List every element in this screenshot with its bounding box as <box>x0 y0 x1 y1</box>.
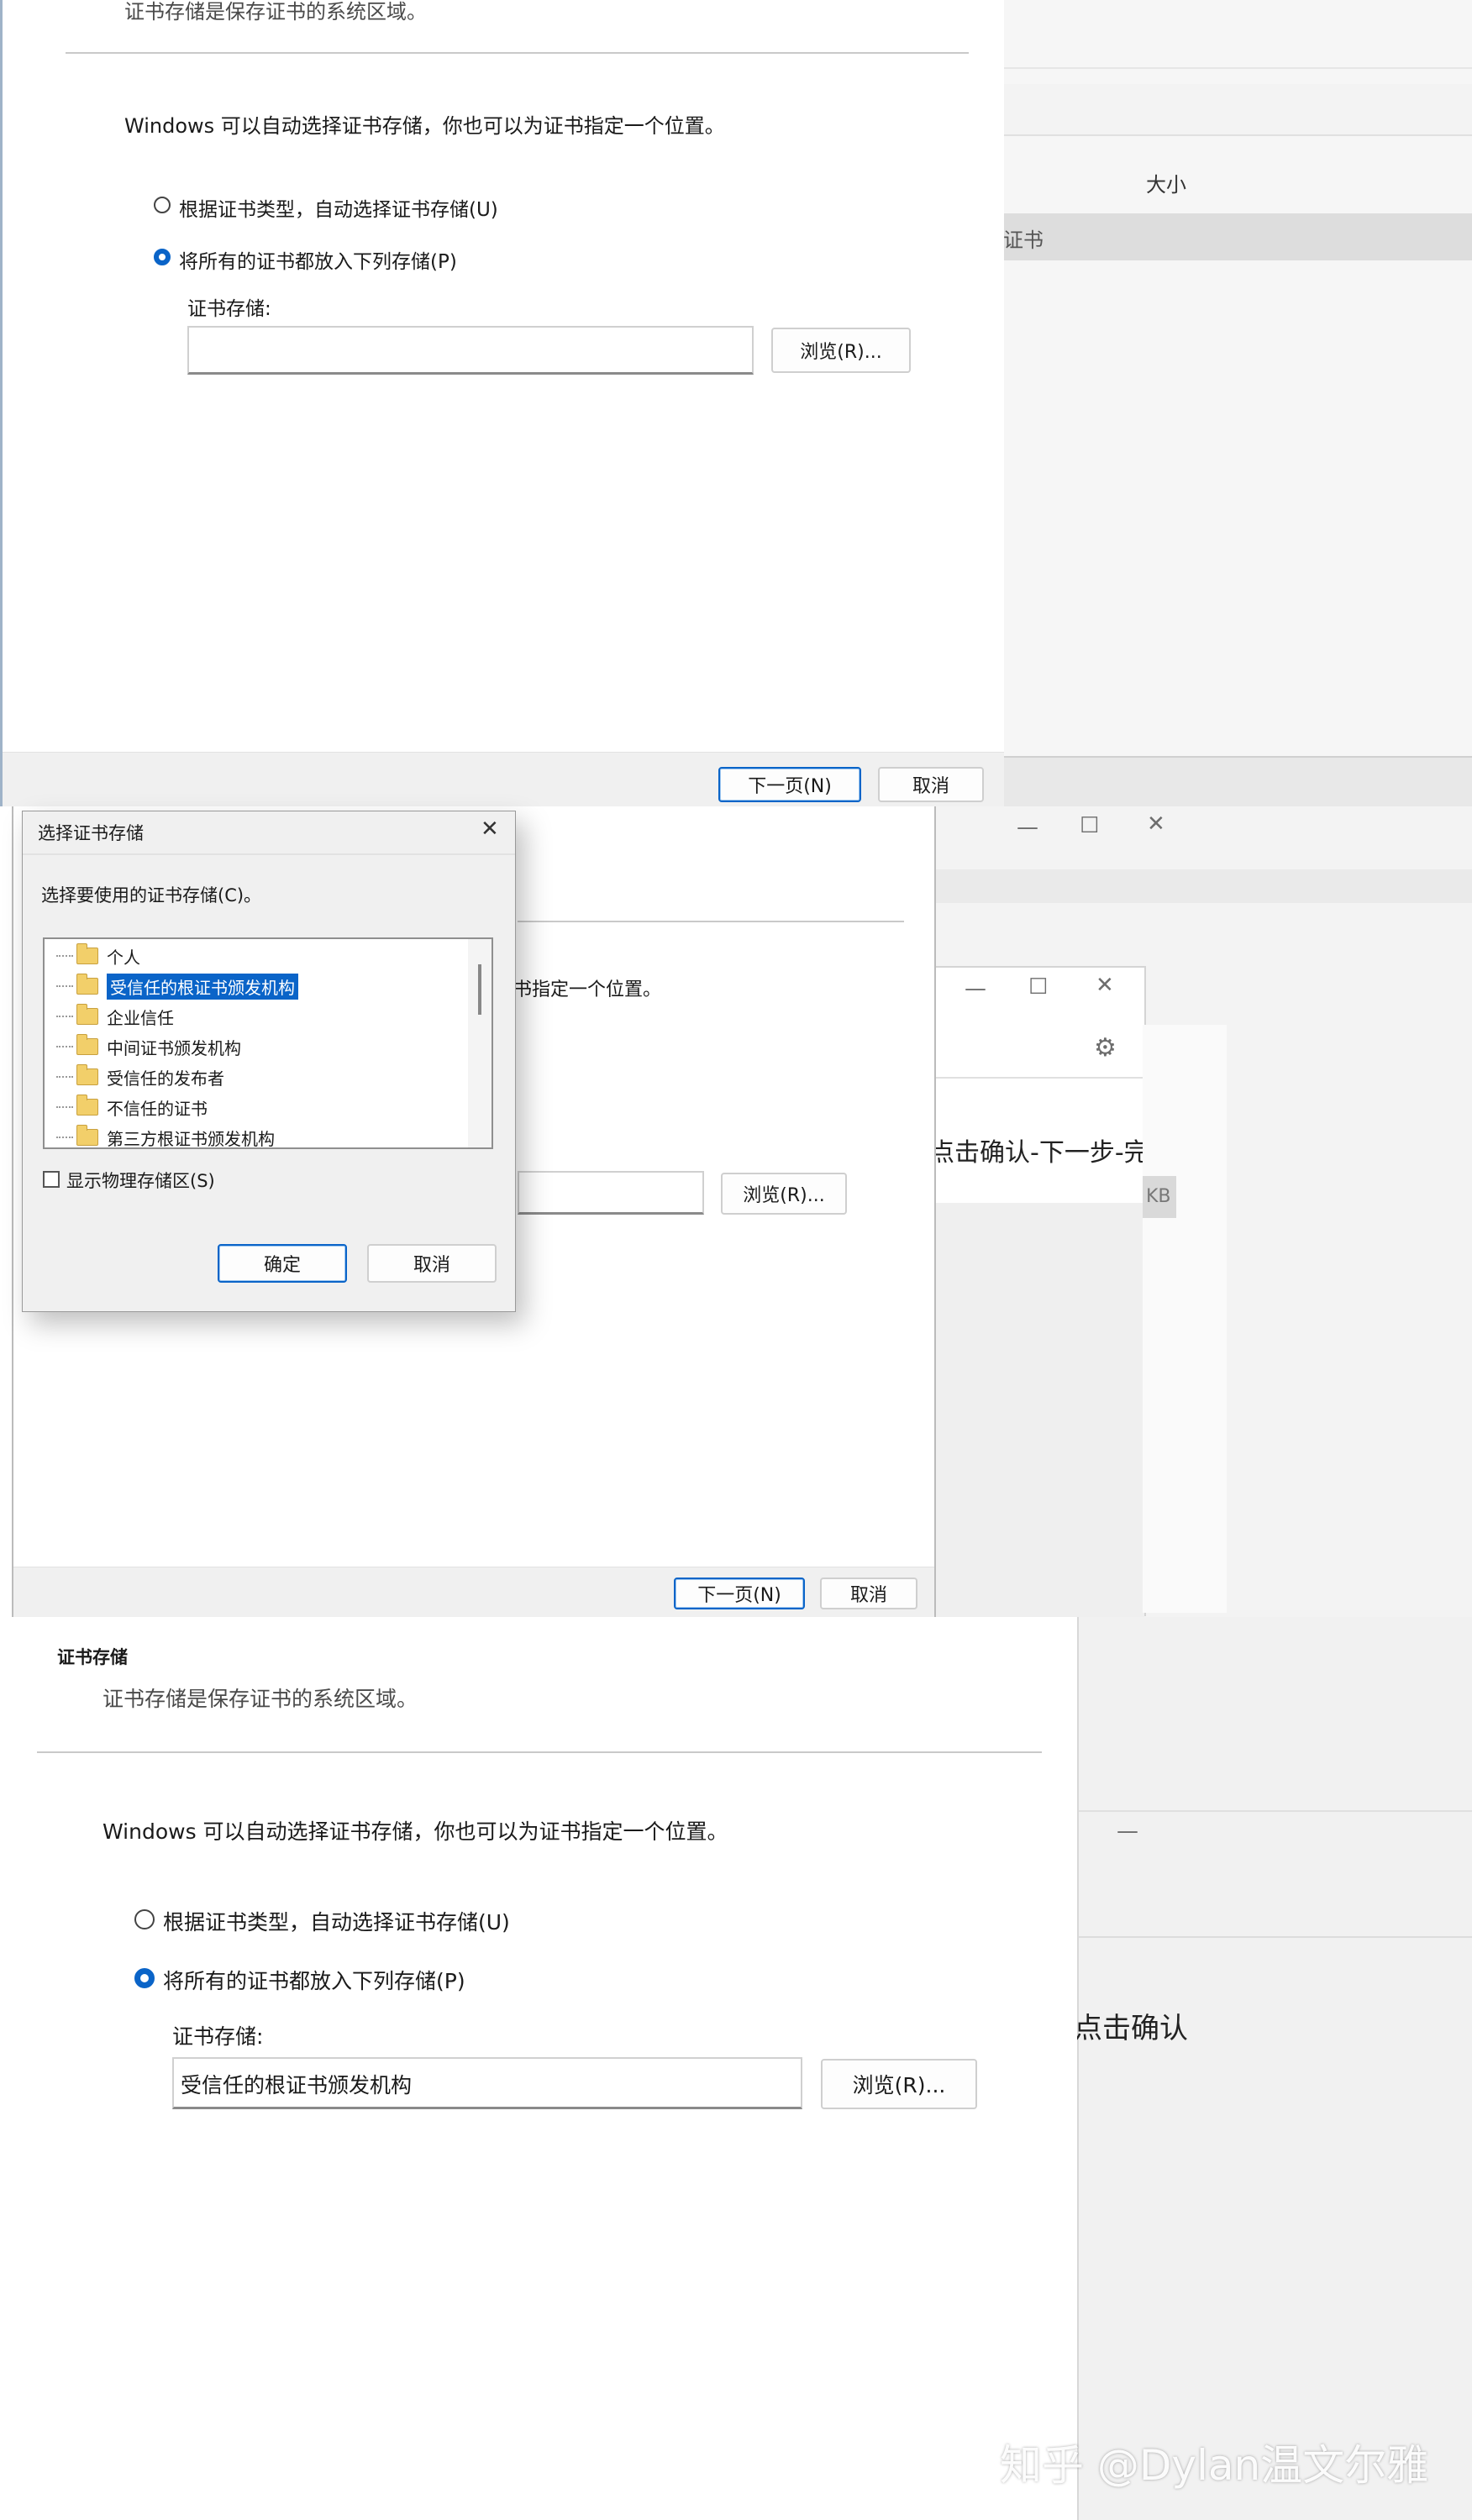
select-store-dialog: 选择证书存储 ✕ 选择要使用的证书存储(C)。 个人 受信任的根证书颁发机构 企… <box>22 811 516 1312</box>
intro-text-partial: 书指定一个位置。 <box>513 979 662 1000</box>
folder-icon <box>76 1095 98 1116</box>
radio-auto-select[interactable] <box>154 197 171 213</box>
radio-manual-label[interactable]: 将所有的证书都放入下列存储(P) <box>179 245 457 274</box>
folder-icon <box>76 1034 98 1055</box>
folder-icon <box>76 1064 98 1085</box>
import-wizard-dialog-3: 证书存储 证书存储是保存证书的系统区域。 Windows 可以自动选择证书存储，… <box>0 1617 1077 2520</box>
maximize-icon[interactable]: ☐ <box>1080 813 1099 838</box>
radio-manual-label-3[interactable]: 将所有的证书都放入下列存储(P) <box>163 1965 465 1995</box>
watermark: 知乎 @Dylan温文尔雅 <box>1000 2441 1429 2490</box>
background-window-front: — ☐ ✕ ⚙ 点击确认-下一步-完成 <box>929 966 1146 1707</box>
radio-auto-label-3[interactable]: 根据证书类型，自动选择证书存储(U) <box>163 1906 510 1936</box>
dialog-title: 选择证书存储 <box>38 823 144 843</box>
folder-icon <box>76 974 98 995</box>
tree-item[interactable]: 个人 <box>56 941 140 971</box>
store-input-3[interactable]: 受信任的根证书颁发机构 <box>172 2057 802 2109</box>
minimize-icon-2[interactable]: — <box>965 976 986 1001</box>
tree-item-label: 第三方根证书颁发机构 <box>107 1128 275 1149</box>
panel-1: 大小 证书 证书存储是保存证书的系统区域。 Windows 可以自动选择证书存储… <box>0 0 1472 808</box>
panel-3: — 点击确认 证书存储 证书存储是保存证书的系统区域。 Windows 可以自动… <box>0 1617 1472 2520</box>
tree-scrollbar[interactable] <box>468 939 492 1147</box>
show-physical-label[interactable]: 显示物理存储区(S) <box>66 1168 215 1193</box>
header-divider-3 <box>37 1751 1042 1753</box>
instruction-text: 点击确认-下一步-完成 <box>929 1138 1144 1168</box>
next-button[interactable]: 下一页(N) <box>718 767 861 802</box>
radio-manual-store[interactable] <box>154 249 171 265</box>
background-window-right: 大小 证书 <box>1001 0 1472 808</box>
minimize-icon[interactable]: — <box>1017 815 1038 840</box>
tree-item[interactable]: 中间证书颁发机构 <box>56 1032 241 1062</box>
folder-icon <box>76 1004 98 1025</box>
tree-item[interactable]: 企业信任 <box>56 1001 174 1032</box>
tree-item[interactable]: 不信任的证书 <box>56 1092 208 1122</box>
next-button-2[interactable]: 下一页(N) <box>674 1578 805 1609</box>
store-tree[interactable]: 个人 受信任的根证书颁发机构 企业信任 中间证书颁发机构 受信任的发布者 不信任… <box>43 937 493 1149</box>
store-input[interactable] <box>187 326 754 375</box>
intro-text-3: Windows 可以自动选择证书存储，你也可以为证书指定一个位置。 <box>103 1819 728 1844</box>
store-label-3: 证书存储: <box>172 2024 264 2049</box>
kb-label: KB <box>1146 1186 1171 1207</box>
tree-item-selected[interactable]: 受信任的根证书颁发机构 <box>56 971 298 1001</box>
tree-item-label: 企业信任 <box>107 1007 174 1028</box>
cancel-button-2[interactable]: 取消 <box>820 1578 917 1609</box>
store-input-2[interactable] <box>518 1171 704 1215</box>
section-title: 证书存储 <box>57 1647 128 1667</box>
browse-button-3[interactable]: 浏览(R)... <box>821 2059 977 2109</box>
import-wizard-dialog-1: 证书存储是保存证书的系统区域。 Windows 可以自动选择证书存储，你也可以为… <box>0 0 1004 807</box>
maximize-icon-2[interactable]: ☐ <box>1028 974 1048 1000</box>
ok-button[interactable]: 确定 <box>218 1244 347 1283</box>
folder-icon <box>76 943 98 964</box>
folder-icon <box>76 1125 98 1146</box>
dialog-prompt: 选择要使用的证书存储(C)。 <box>41 885 262 906</box>
column-header-size[interactable]: 大小 <box>1146 168 1186 197</box>
intro-text: Windows 可以自动选择证书存储，你也可以为证书指定一个位置。 <box>124 114 725 138</box>
list-row-text: 证书 <box>1003 228 1044 252</box>
radio-auto-select-3[interactable] <box>134 1909 155 1929</box>
instruction-text-3: 点击确认 <box>1074 2012 1188 2045</box>
dialog-close-icon[interactable]: ✕ <box>481 816 499 842</box>
browse-button-2[interactable]: 浏览(R)... <box>721 1173 847 1215</box>
tree-item[interactable]: 第三方根证书颁发机构 <box>56 1122 275 1149</box>
gear-icon[interactable]: ⚙ <box>1094 1033 1117 1063</box>
tree-item-label: 受信任的根证书颁发机构 <box>107 973 298 1000</box>
kb-column: KB <box>1143 1025 1227 1613</box>
tree-item[interactable]: 受信任的发布者 <box>56 1062 224 1092</box>
tree-item-label: 个人 <box>107 947 140 968</box>
header-description-3: 证书存储是保存证书的系统区域。 <box>103 1687 418 1711</box>
panel-2: — ☐ ✕ — ☐ ✕ ⚙ 点击确认-下一步-完成 KB 书指定一个位置。 浏览… <box>0 806 1472 1707</box>
cancel-button[interactable]: 取消 <box>878 767 984 802</box>
minimize-icon-3[interactable]: — <box>1117 1819 1138 1844</box>
store-input-value-3: 受信任的根证书颁发机构 <box>181 2073 413 2097</box>
radio-auto-label[interactable]: 根据证书类型，自动选择证书存储(U) <box>179 193 498 222</box>
close-icon[interactable]: ✕ <box>1147 811 1165 837</box>
show-physical-checkbox[interactable] <box>43 1171 60 1188</box>
tree-item-label: 中间证书颁发机构 <box>107 1037 241 1058</box>
header-description: 证书存储是保存证书的系统区域。 <box>124 0 427 24</box>
close-icon-2[interactable]: ✕ <box>1096 973 1114 998</box>
browse-button[interactable]: 浏览(R)... <box>771 328 911 373</box>
scrollbar-thumb[interactable] <box>478 964 481 1015</box>
dialog-cancel-button[interactable]: 取消 <box>367 1244 497 1283</box>
tree-item-label: 受信任的发布者 <box>107 1068 224 1089</box>
header-divider-2 <box>518 921 904 922</box>
list-row-selected[interactable]: 证书 <box>1003 213 1472 260</box>
background-window-right-3: — 点击确认 <box>1074 1617 1472 2520</box>
store-label: 证书存储: <box>187 298 271 320</box>
tree-item-label: 不信任的证书 <box>107 1098 208 1119</box>
radio-manual-store-3[interactable] <box>134 1968 155 1988</box>
header-divider <box>66 52 969 54</box>
